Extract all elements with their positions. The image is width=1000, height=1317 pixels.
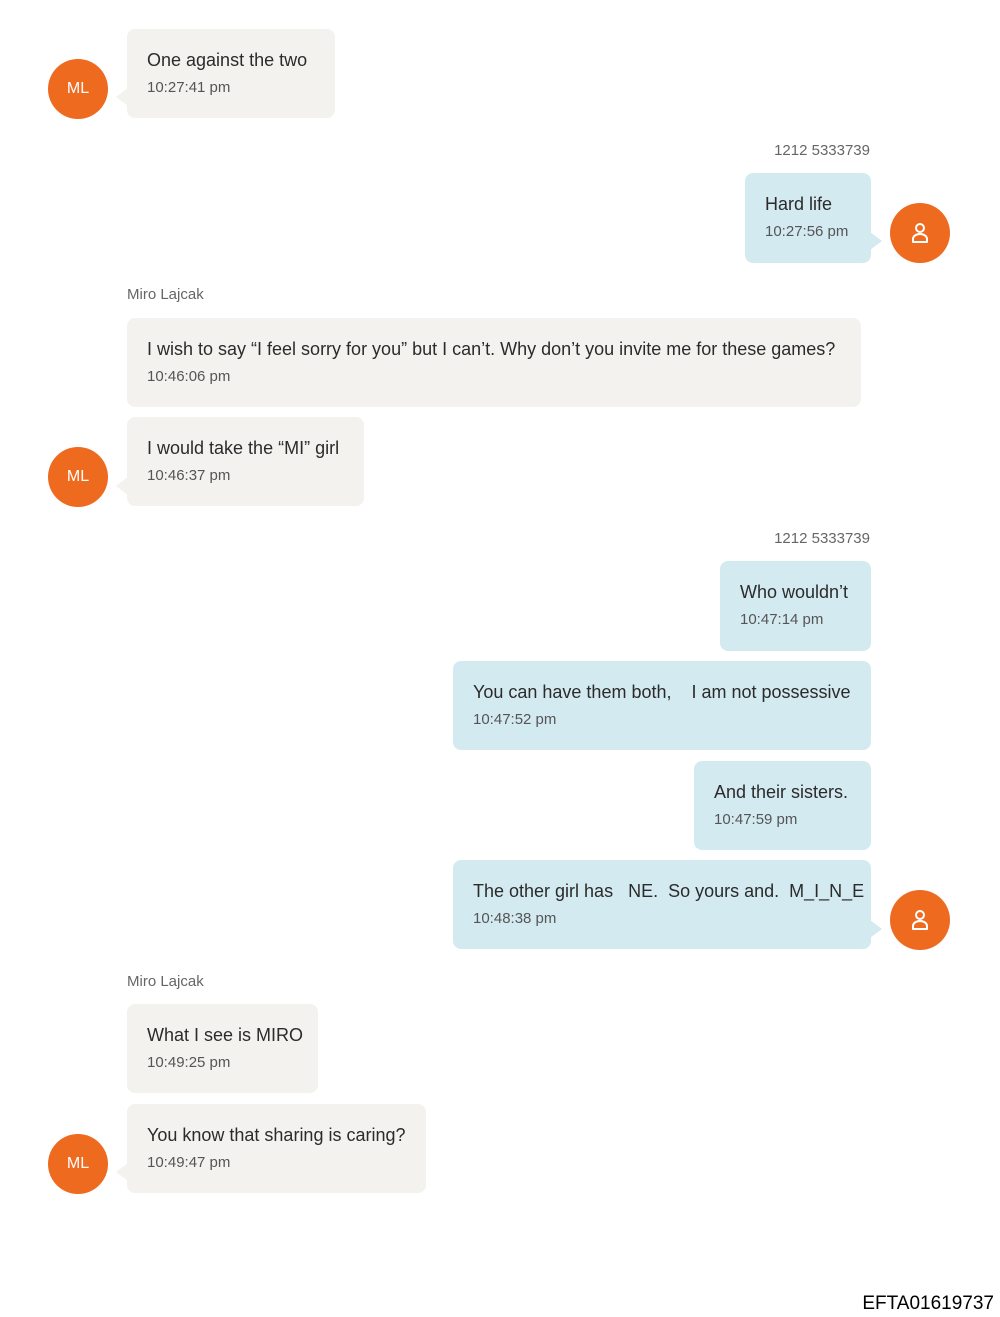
incoming-message: You know that sharing is caring? 10:49:4… (127, 1104, 426, 1193)
message-time: 10:47:52 pm (473, 711, 557, 728)
sender-number: 1212 5333739 (774, 530, 870, 547)
avatar[interactable]: ML (48, 1134, 108, 1194)
outgoing-message: And their sisters. 10:47:59 pm (694, 761, 871, 850)
message-time: 10:47:14 pm (740, 611, 824, 628)
bubble-tail (116, 1163, 128, 1181)
person-icon (912, 223, 928, 243)
message-text: And their sisters. (714, 782, 849, 802)
bubble-tail (116, 88, 128, 106)
message-text: Who wouldn’t (740, 582, 849, 602)
message-time: 10:27:41 pm (147, 79, 231, 96)
avatar[interactable]: ML (48, 447, 108, 507)
incoming-message: What I see is MIRO 10:49:25 pm (127, 1004, 318, 1093)
message-time: 10:49:25 pm (147, 1054, 231, 1071)
outgoing-message: The other girl has NE. So yours and. M_I… (453, 860, 871, 949)
avatar-initials: ML (66, 468, 90, 485)
avatar-initials: ML (66, 80, 90, 97)
message-text: The other girl has NE. So yours and. M_I… (473, 881, 865, 901)
avatar[interactable] (890, 203, 950, 263)
message-text: One against the two (147, 50, 308, 70)
message-text: You can have them both, I am not possess… (473, 682, 851, 702)
message-time: 10:47:59 pm (714, 811, 798, 828)
message-time: 10:46:37 pm (147, 467, 231, 484)
message-time: 10:27:56 pm (765, 223, 849, 240)
message-text: I would take the “MI” girl (147, 438, 340, 458)
sender-name: Miro Lajcak (127, 286, 204, 303)
message-time: 10:46:06 pm (147, 368, 231, 385)
outgoing-message: Who wouldn’t 10:47:14 pm (720, 561, 871, 651)
message-text: You know that sharing is caring? (147, 1125, 406, 1145)
message-time: 10:48:38 pm (473, 910, 557, 927)
bubble-tail (870, 920, 882, 938)
avatar-initials: ML (66, 1155, 90, 1172)
avatar[interactable]: ML (48, 59, 108, 119)
incoming-message: One against the two 10:27:41 pm (127, 29, 335, 118)
outgoing-message: You can have them both, I am not possess… (453, 661, 871, 750)
document-id: EFTA01619737 (862, 1293, 994, 1314)
bubble-tail (870, 232, 882, 250)
incoming-message: I wish to say “I feel sorry for you” but… (127, 318, 861, 407)
message-text: Hard life (765, 194, 833, 214)
person-icon (912, 910, 928, 930)
avatar[interactable] (890, 890, 950, 950)
incoming-message: I would take the “MI” girl 10:46:37 pm (127, 417, 364, 506)
message-text: I wish to say “I feel sorry for you” but… (147, 339, 836, 359)
message-text: What I see is MIRO (147, 1025, 304, 1045)
outgoing-message: Hard life 10:27:56 pm (745, 173, 871, 263)
sender-name: Miro Lajcak (127, 973, 204, 990)
message-time: 10:49:47 pm (147, 1154, 231, 1171)
bubble-tail (116, 477, 128, 495)
sender-number: 1212 5333739 (774, 142, 870, 159)
